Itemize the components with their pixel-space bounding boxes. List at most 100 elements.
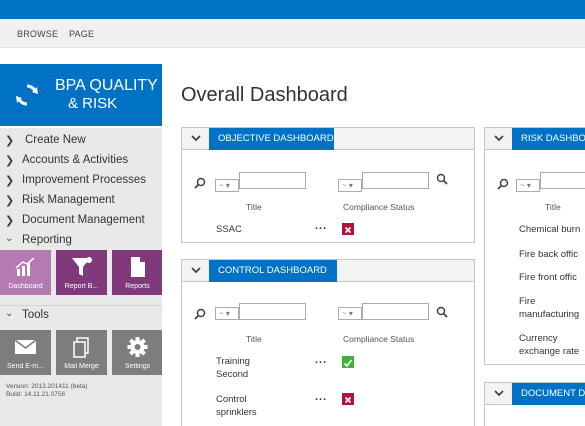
tile-label: Mail Merge bbox=[64, 363, 99, 370]
column-header-title[interactable]: Title bbox=[545, 202, 561, 212]
ribbon-tab-page[interactable]: PAGE bbox=[69, 29, 94, 39]
status-fail-icon bbox=[342, 223, 354, 235]
title-filter-operator[interactable]: ~ ▾ bbox=[215, 307, 239, 320]
tile-send-email[interactable]: Send E-m... bbox=[0, 330, 51, 375]
title-filter-operator[interactable]: ~ ▾ bbox=[215, 179, 239, 192]
nav-item-tools[interactable]: ⌄ Tools bbox=[0, 305, 162, 325]
status-filter-input[interactable] bbox=[362, 172, 429, 189]
risk-row-title[interactable]: Fire back offic bbox=[519, 248, 578, 261]
tile-dashboard[interactable]: Dashboard bbox=[0, 250, 51, 295]
nav-item-improvement-processes[interactable]: ❯ Improvement Processes bbox=[0, 171, 162, 191]
risk-row-title[interactable]: Fire front offic bbox=[519, 271, 577, 284]
search-icon[interactable] bbox=[436, 306, 448, 318]
nav-item-label: Improvement Processes bbox=[22, 174, 146, 186]
document-icon bbox=[131, 257, 145, 277]
column-header-compliance-status[interactable]: Compliance Status bbox=[343, 334, 414, 344]
filter-icon bbox=[72, 257, 92, 276]
nav-item-document-management[interactable]: ❯ Document Management bbox=[0, 211, 162, 231]
panel-title: RISK DASHBO bbox=[512, 128, 585, 150]
row-title[interactable]: Training Second bbox=[216, 355, 250, 381]
risk-row-title[interactable]: Currency exchange rate bbox=[519, 332, 579, 358]
panel-title: OBJECTIVE DASHBOARD bbox=[209, 128, 334, 150]
collapse-button[interactable] bbox=[182, 128, 209, 149]
chevron-right-icon: ❯ bbox=[5, 195, 15, 207]
tile-label: Settings bbox=[124, 363, 151, 370]
row-title-line: Control bbox=[216, 394, 247, 405]
nav-item-accounts-activities[interactable]: ❯ Accounts & Activities bbox=[0, 151, 162, 171]
chart-icon bbox=[15, 257, 35, 276]
mail-icon bbox=[14, 339, 37, 354]
tile-label: Report B... bbox=[64, 283, 99, 290]
nav-item-risk-management[interactable]: ❯ Risk Management bbox=[0, 191, 162, 211]
nav-item-create-new[interactable]: ❯ Create New bbox=[0, 131, 162, 151]
search-icon[interactable] bbox=[194, 308, 206, 320]
row-title-line: manufacturing bbox=[519, 309, 580, 320]
page-title: Overall Dashboard bbox=[181, 84, 348, 106]
column-header-compliance-status[interactable]: Compliance Status bbox=[343, 202, 414, 212]
tile-report-builder[interactable]: Report B... bbox=[56, 250, 107, 295]
build-text: Build: 14.11.21.0756 bbox=[6, 391, 66, 398]
nav-item-reporting[interactable]: ⌄ Reporting bbox=[0, 231, 162, 251]
logo-text-line1: BPA QUALITY bbox=[55, 77, 158, 94]
title-filter-input[interactable] bbox=[239, 172, 306, 189]
app-logo[interactable]: BPA QUALITY & RISK bbox=[0, 64, 162, 126]
panel-header: DOCUMENT D bbox=[485, 383, 585, 405]
row-title[interactable]: SSAC bbox=[216, 223, 242, 236]
chevron-down-icon: ⌄ bbox=[5, 233, 14, 244]
tile-label: Send E-m... bbox=[7, 363, 44, 370]
chevron-down-icon bbox=[494, 135, 504, 142]
chevron-down-icon: ⌄ bbox=[5, 308, 14, 319]
chevron-right-icon: ❯ bbox=[5, 215, 15, 227]
nav-item-label: Create New bbox=[25, 134, 86, 146]
search-icon[interactable] bbox=[497, 178, 509, 190]
objective-dashboard-panel: OBJECTIVE DASHBOARD ~ ▾ ~ ▾ Title Compli… bbox=[181, 127, 475, 243]
row-title-line: Currency bbox=[519, 333, 558, 344]
tile-reports[interactable]: Reports bbox=[112, 250, 162, 295]
version-info: Version: 2013.201411 (beta) Build: 14.11… bbox=[6, 383, 88, 399]
collapse-button[interactable] bbox=[485, 128, 512, 149]
row-title[interactable]: Control sprinklers bbox=[216, 393, 257, 419]
row-title-line: Training bbox=[216, 356, 250, 367]
row-title-line: Second bbox=[216, 369, 249, 380]
left-nav: ❯ Create New ❯ Accounts & Activities ❯ I… bbox=[0, 128, 162, 426]
nav-item-label: Risk Management bbox=[22, 194, 115, 206]
panel-title: CONTROL DASHBOARD bbox=[209, 260, 337, 282]
row-menu-ellipsis[interactable]: ... bbox=[315, 220, 327, 232]
row-menu-ellipsis[interactable]: ... bbox=[315, 354, 327, 366]
risk-row-title[interactable]: Chemical burn bbox=[519, 223, 580, 236]
search-icon[interactable] bbox=[194, 177, 206, 189]
tile-label: Dashboard bbox=[8, 283, 43, 290]
row-title-line: exchange rate bbox=[519, 346, 580, 357]
column-header-title[interactable]: Title bbox=[246, 334, 262, 344]
chevron-right-icon: ❯ bbox=[5, 155, 15, 167]
search-icon[interactable] bbox=[436, 173, 448, 185]
title-filter-operator[interactable]: ~ ▾ bbox=[516, 179, 540, 192]
risk-row-title[interactable]: Fire manufacturing bbox=[519, 295, 579, 321]
suite-bar bbox=[0, 0, 585, 19]
title-filter-input[interactable] bbox=[239, 303, 306, 320]
panel-header: CONTROL DASHBOARD bbox=[182, 260, 474, 282]
status-filter-operator[interactable]: ~ ▾ bbox=[338, 179, 362, 192]
ribbon-tab-browse[interactable]: BROWSE bbox=[17, 29, 58, 39]
ribbon: BROWSE PAGE bbox=[0, 19, 585, 48]
collapse-button[interactable] bbox=[485, 383, 512, 404]
column-header-title[interactable]: Title bbox=[246, 202, 262, 212]
status-fail-icon bbox=[342, 393, 354, 405]
chevron-right-icon: ❯ bbox=[5, 175, 15, 187]
status-filter-input[interactable] bbox=[362, 303, 429, 320]
row-menu-ellipsis[interactable]: ... bbox=[315, 391, 327, 403]
panel-title: DOCUMENT D bbox=[512, 383, 585, 405]
title-filter-input[interactable] bbox=[540, 172, 585, 189]
tile-mail-merge[interactable]: Mail Merge bbox=[56, 330, 107, 375]
collapse-button[interactable] bbox=[182, 260, 209, 281]
nav-item-label: Tools bbox=[22, 309, 49, 321]
nav-item-label: Accounts & Activities bbox=[22, 154, 129, 166]
row-title-line: sprinklers bbox=[216, 407, 257, 418]
document-dashboard-panel: DOCUMENT D bbox=[484, 382, 585, 426]
status-filter-operator[interactable]: ~ ▾ bbox=[338, 307, 362, 320]
tile-settings[interactable]: Settings bbox=[112, 330, 162, 375]
chevron-down-icon bbox=[494, 390, 504, 397]
row-title-line: Fire bbox=[519, 296, 536, 307]
gear-icon bbox=[127, 337, 148, 357]
copy-icon bbox=[73, 337, 89, 358]
